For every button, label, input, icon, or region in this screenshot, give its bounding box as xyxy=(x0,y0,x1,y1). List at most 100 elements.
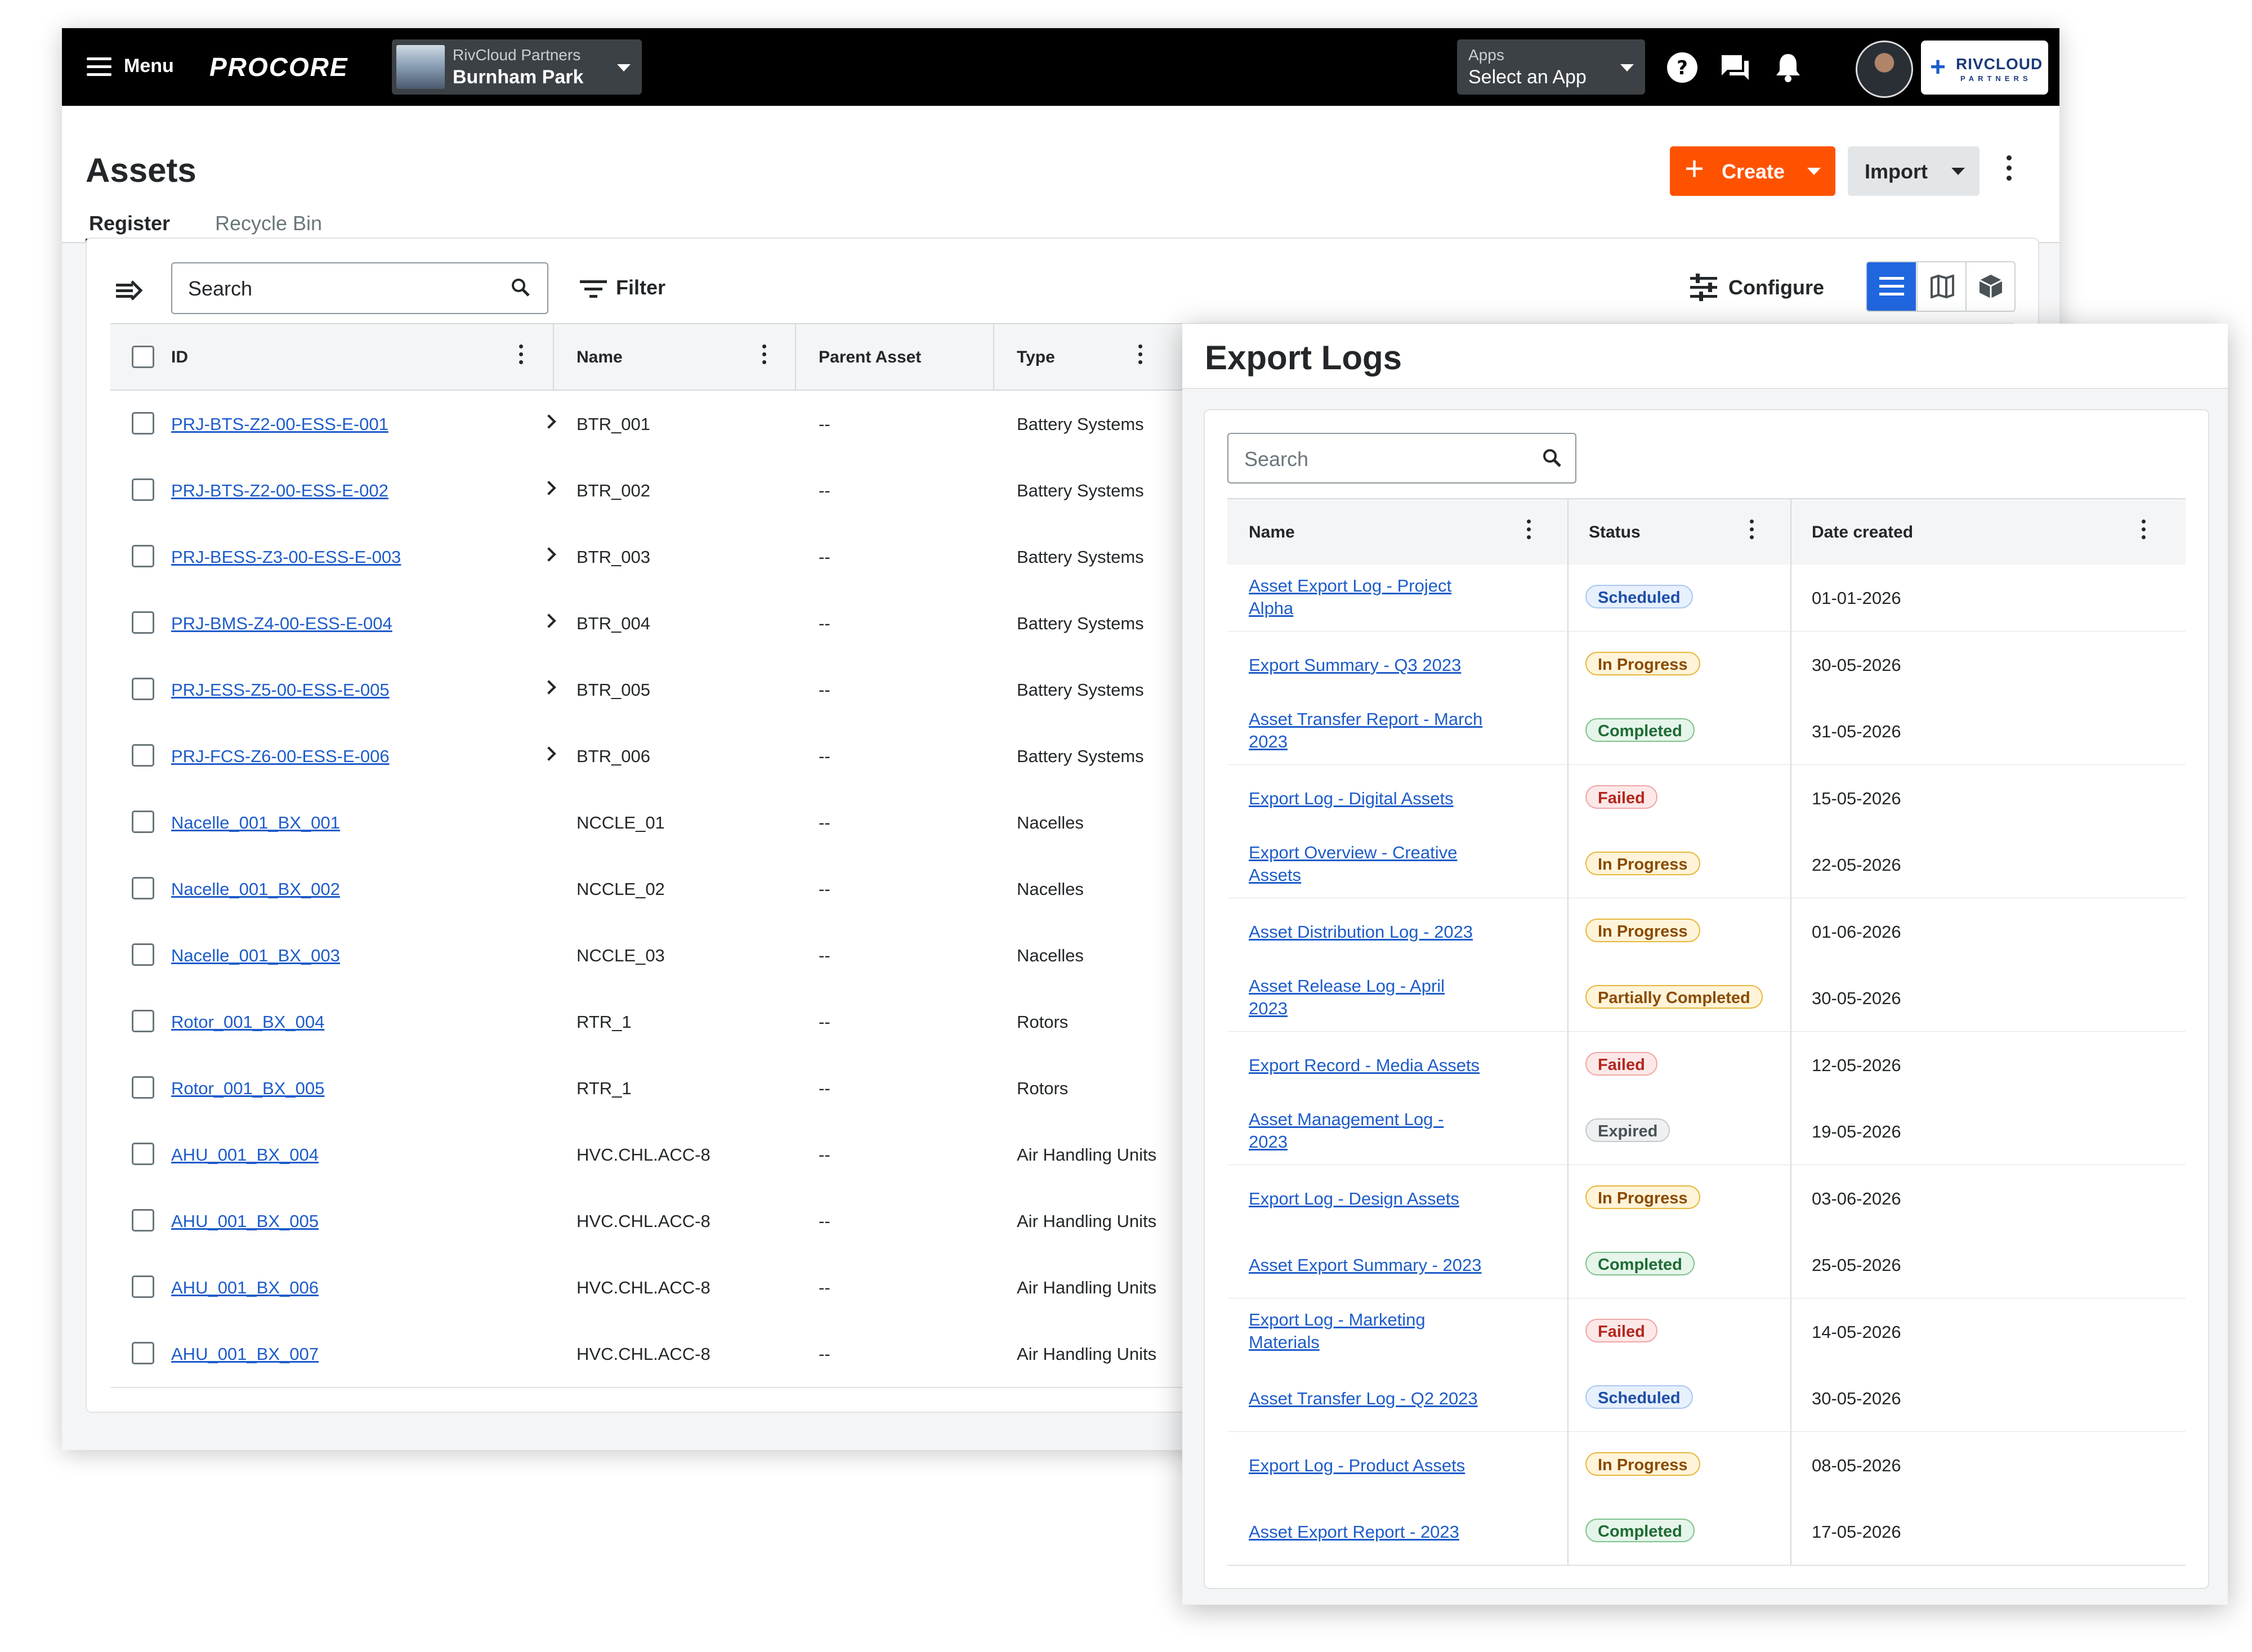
row-checkbox[interactable] xyxy=(132,811,154,833)
column-header-type[interactable]: Type xyxy=(994,324,1186,390)
export-log-name-link[interactable]: Export Record - Media Assets xyxy=(1249,1054,1485,1077)
map-view-button[interactable] xyxy=(1916,262,1967,311)
column-header-parent-asset[interactable]: Parent Asset xyxy=(796,324,994,390)
asset-id-link[interactable]: Rotor_001_BX_005 xyxy=(171,1078,324,1099)
row-checkbox[interactable] xyxy=(132,1342,154,1364)
export-log-name-line[interactable]: Asset Transfer Log - Q2 2023 xyxy=(1249,1387,1485,1410)
row-checkbox[interactable] xyxy=(132,678,154,700)
table-row[interactable]: Export Record - Media Assets Failed 12-05-… xyxy=(1227,1031,2186,1099)
import-button[interactable]: Import xyxy=(1848,146,1980,196)
asset-id-link[interactable]: Nacelle_001_BX_001 xyxy=(171,813,340,833)
export-log-name-line[interactable]: Export Overview - Creative xyxy=(1249,841,1485,864)
export-log-name-line[interactable]: Export Log - Marketing xyxy=(1249,1309,1485,1331)
table-row[interactable]: Asset Release Log - April 2023 Partially C… xyxy=(1227,965,2186,1032)
row-checkbox[interactable] xyxy=(132,1209,154,1232)
export-log-name-line[interactable]: Asset Export Log - Project xyxy=(1249,575,1485,597)
table-row[interactable]: Export Overview - Creative Assets In Progr… xyxy=(1227,831,2186,899)
search-input[interactable]: Search xyxy=(171,262,548,314)
export-log-name-link[interactable]: Export Summary - Q3 2023 xyxy=(1249,654,1485,677)
chevron-right-icon[interactable] xyxy=(542,614,556,628)
row-checkbox[interactable] xyxy=(132,545,154,567)
column-options-icon[interactable] xyxy=(2142,520,2147,544)
row-checkbox[interactable] xyxy=(132,611,154,634)
create-button[interactable]: + Create xyxy=(1670,146,1835,196)
configure-icon[interactable] xyxy=(1689,272,1718,302)
table-row[interactable]: Asset Transfer Report - March 2023 Complet… xyxy=(1227,698,2186,765)
export-log-name-link[interactable]: Export Log - Marketing Materials xyxy=(1249,1309,1485,1354)
export-log-name-link[interactable]: Asset Export Report - 2023 xyxy=(1249,1521,1485,1543)
export-log-name-link[interactable]: Asset Transfer Report - March 2023 xyxy=(1249,708,1485,753)
table-row[interactable]: Asset Distribution Log - 2023 In Progress… xyxy=(1227,898,2186,966)
table-row[interactable]: Export Log - Product Assets In Progress 08… xyxy=(1227,1431,2186,1499)
export-log-name-link[interactable]: Asset Release Log - April 2023 xyxy=(1249,975,1485,1020)
row-checkbox[interactable] xyxy=(132,943,154,966)
chat-icon[interactable] xyxy=(1718,51,1752,84)
asset-id-link[interactable]: PRJ-BESS-Z3-00-ESS-E-003 xyxy=(171,547,401,567)
export-log-name-link[interactable]: Export Overview - Creative Assets xyxy=(1249,841,1485,887)
column-header-id[interactable]: ID xyxy=(110,324,554,390)
export-log-name-line[interactable]: Asset Management Log - xyxy=(1249,1108,1485,1131)
table-row[interactable]: Export Log - Design Assets In Progress 03-… xyxy=(1227,1165,2186,1233)
asset-id-link[interactable]: AHU_001_BX_007 xyxy=(171,1344,319,1364)
column-header-date-created[interactable]: Date created xyxy=(1791,499,2186,565)
configure-button[interactable]: Configure xyxy=(1728,276,1824,299)
menu-button[interactable]: Menu xyxy=(124,55,174,77)
table-row[interactable]: Asset Export Summary - 2023 Completed 25-0… xyxy=(1227,1232,2186,1299)
collapse-panel-icon[interactable] xyxy=(116,279,143,302)
export-log-name-link[interactable]: Export Log - Digital Assets xyxy=(1249,787,1485,810)
asset-id-link[interactable]: PRJ-ESS-Z5-00-ESS-E-005 xyxy=(171,680,390,700)
table-row[interactable]: Export Log - Marketing Materials Failed 14-… xyxy=(1227,1298,2186,1366)
export-log-name-line[interactable]: Assets xyxy=(1249,864,1485,887)
column-options-icon[interactable] xyxy=(519,344,525,369)
export-log-name-link[interactable]: Export Log - Design Assets xyxy=(1249,1188,1485,1210)
table-row[interactable]: Asset Management Log -2023 Expired 19-05-2… xyxy=(1227,1098,2186,1166)
3d-model-view-button[interactable] xyxy=(1965,262,2014,311)
export-log-name-line[interactable]: Asset Distribution Log - 2023 xyxy=(1249,921,1485,943)
export-log-name-link[interactable]: Asset Distribution Log - 2023 xyxy=(1249,921,1485,943)
column-options-icon[interactable] xyxy=(1750,520,1755,544)
asset-id-link[interactable]: PRJ-BTS-Z2-00-ESS-E-001 xyxy=(171,414,388,435)
apps-picker[interactable]: Apps Select an App xyxy=(1457,39,1645,95)
export-search-input[interactable]: Search xyxy=(1227,433,1576,483)
user-avatar[interactable] xyxy=(1856,41,1913,98)
filter-button[interactable]: Filter xyxy=(616,276,665,299)
export-log-name-line[interactable]: Export Log - Product Assets xyxy=(1249,1454,1485,1477)
asset-id-link[interactable]: AHU_001_BX_006 xyxy=(171,1278,319,1298)
row-checkbox[interactable] xyxy=(132,877,154,899)
tab-recycle-bin[interactable]: Recycle Bin xyxy=(215,212,322,235)
company-logo[interactable]: + RIVCLOUD PARTNERS xyxy=(1921,41,2048,95)
project-picker[interactable]: RivCloud Partners Burnham Park xyxy=(392,39,642,95)
table-row[interactable]: Export Summary - Q3 2023 In Progress 30-05… xyxy=(1227,631,2186,699)
table-row[interactable]: Asset Transfer Log - Q2 2023 Scheduled 30-… xyxy=(1227,1365,2186,1432)
search-icon[interactable] xyxy=(510,277,531,298)
asset-id-link[interactable]: AHU_001_BX_005 xyxy=(171,1211,319,1232)
filter-icon[interactable] xyxy=(580,279,607,299)
export-log-name-line[interactable]: Export Log - Digital Assets xyxy=(1249,787,1485,810)
export-log-name-line[interactable]: Materials xyxy=(1249,1331,1485,1354)
export-log-name-line[interactable]: 2023 xyxy=(1249,731,1485,753)
help-icon[interactable]: ? xyxy=(1665,51,1699,84)
asset-id-link[interactable]: Nacelle_001_BX_002 xyxy=(171,879,340,899)
list-view-button[interactable] xyxy=(1867,262,1916,311)
row-checkbox[interactable] xyxy=(132,1076,154,1099)
table-row[interactable]: Export Log - Digital Assets Failed 15-05-2… xyxy=(1227,764,2186,832)
export-log-name-line[interactable]: Export Summary - Q3 2023 xyxy=(1249,654,1485,677)
chevron-right-icon[interactable] xyxy=(542,547,556,562)
row-checkbox[interactable] xyxy=(132,1275,154,1298)
column-header-name[interactable]: Name xyxy=(554,324,796,390)
asset-id-link[interactable]: AHU_001_BX_004 xyxy=(171,1145,319,1165)
export-log-name-link[interactable]: Asset Export Log - Project Alpha xyxy=(1249,575,1485,620)
row-checkbox[interactable] xyxy=(132,412,154,435)
export-log-name-line[interactable]: 2023 xyxy=(1249,1131,1485,1153)
notification-bell-icon[interactable] xyxy=(1771,51,1805,84)
column-options-icon[interactable] xyxy=(1138,344,1144,369)
export-log-name-line[interactable]: Asset Export Summary - 2023 xyxy=(1249,1254,1485,1277)
asset-id-link[interactable]: PRJ-BMS-Z4-00-ESS-E-004 xyxy=(171,614,392,634)
menu-icon[interactable] xyxy=(87,57,111,77)
chevron-right-icon[interactable] xyxy=(542,481,556,495)
export-log-name-line[interactable]: Asset Export Report - 2023 xyxy=(1249,1521,1485,1543)
asset-id-link[interactable]: PRJ-BTS-Z2-00-ESS-E-002 xyxy=(171,481,388,501)
column-options-icon[interactable] xyxy=(1527,520,1532,544)
export-log-name-link[interactable]: Asset Export Summary - 2023 xyxy=(1249,1254,1485,1277)
export-log-name-line[interactable]: 2023 xyxy=(1249,997,1485,1020)
